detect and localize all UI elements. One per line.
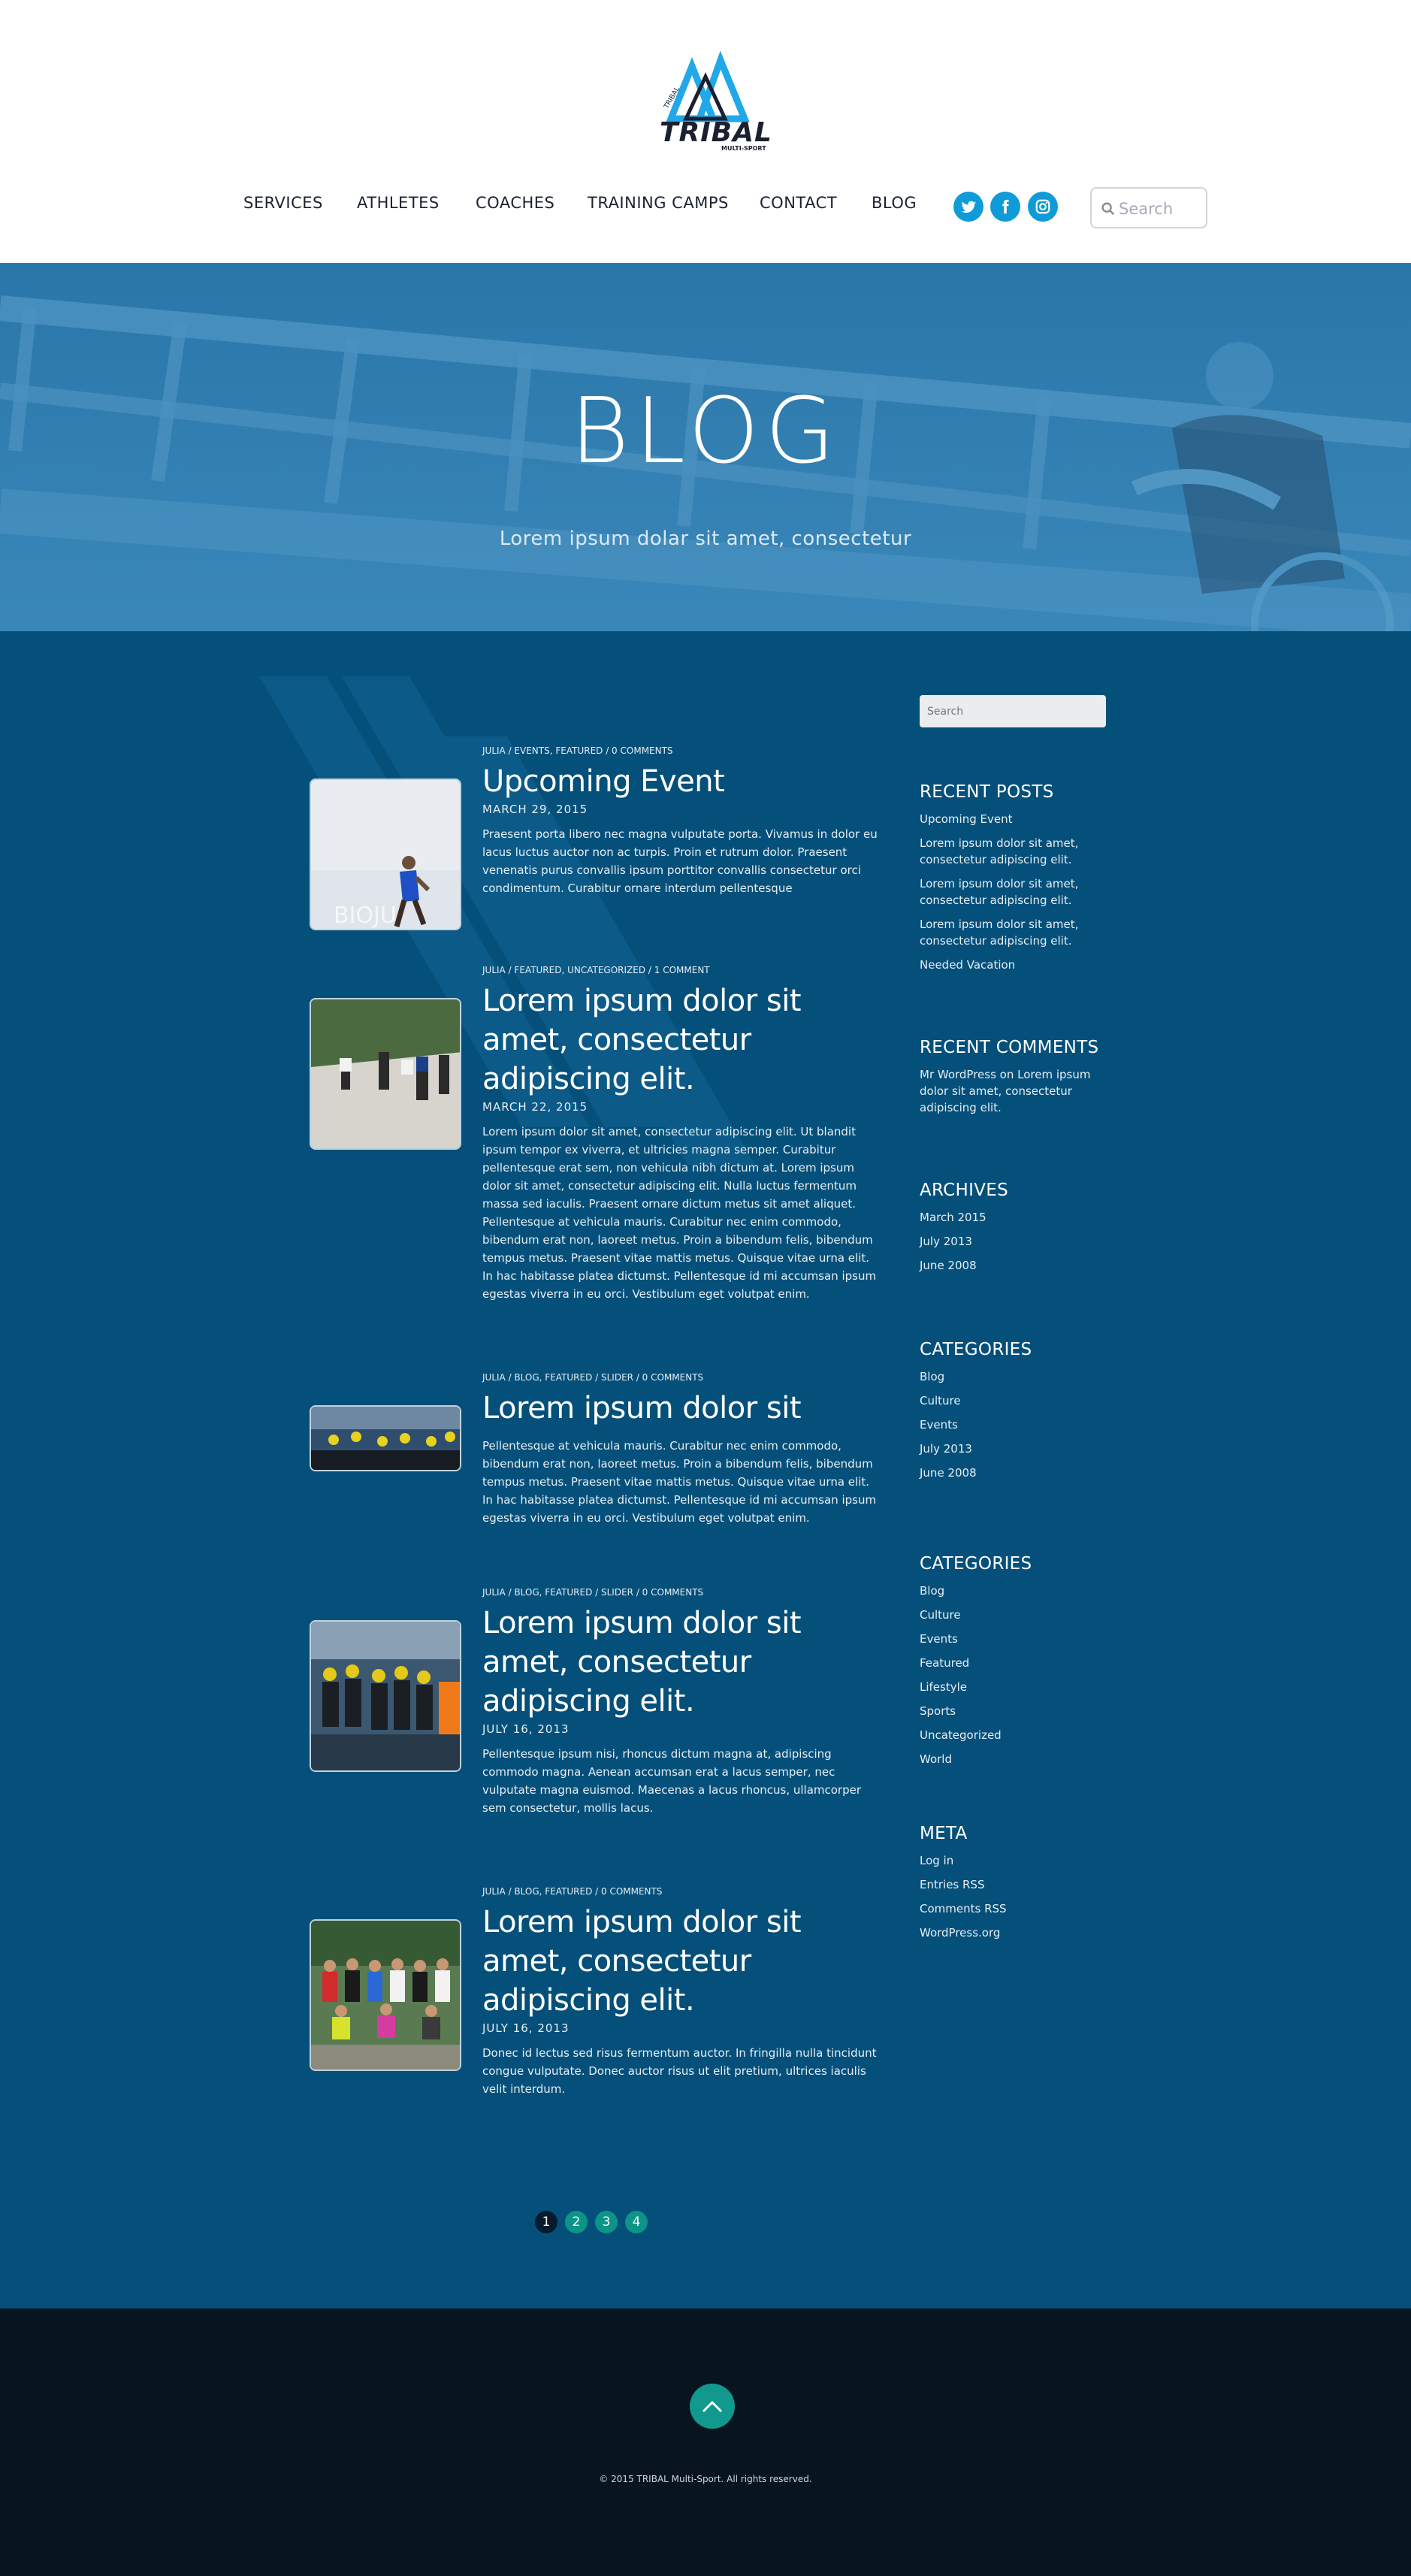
category-link[interactable]: Sports — [920, 1703, 1115, 1719]
widget-title: RECENT COMMENTS — [920, 1038, 1099, 1057]
nav-coaches[interactable]: COACHES — [476, 194, 554, 212]
brand-name: TRIBAL — [660, 117, 772, 148]
post-title[interactable]: Lorem ipsum dolor sit amet, consectetur … — [482, 1903, 881, 2020]
recent-comments-widget: RECENT COMMENTS Mr WordPress on Lorem ip… — [920, 1038, 1115, 1123]
instagram-icon[interactable] — [1028, 192, 1058, 222]
blog-main: BIOJU JULIA / EVENTS, FEATURED / 0 COMME… — [0, 631, 1411, 2308]
post-excerpt: Lorem ipsum dolor sit amet, consectetur … — [482, 1125, 877, 1301]
post-thumbnail[interactable]: BIOJU — [310, 779, 461, 930]
recent-post-link[interactable]: Lorem ipsum dolor sit amet, consectetur … — [920, 835, 1115, 868]
archive-link[interactable]: July 2013 — [920, 1233, 1115, 1250]
post-title[interactable]: Lorem ipsum dolor sit amet, consectetur … — [482, 981, 881, 1099]
svg-text:BIOJU: BIOJU — [334, 903, 397, 929]
category-link[interactable]: Events — [920, 1631, 1115, 1647]
nav-services[interactable]: SERVICES — [243, 194, 323, 212]
post-excerpt: Donec id lectus sed risus fermentum auct… — [482, 2046, 877, 2096]
category-link[interactable]: Blog — [920, 1583, 1115, 1599]
category-link[interactable]: July 2013 — [920, 1441, 1115, 1457]
archives-widget: ARCHIVES March 2015 July 2013 June 2008 — [920, 1181, 1115, 1281]
widget-title: CATEGORIES — [920, 1554, 1032, 1574]
sidebar-search-input[interactable] — [920, 695, 1106, 727]
categories-widget: CATEGORIES Blog Culture Events July 2013… — [920, 1340, 1115, 1489]
meta-link[interactable]: Entries RSS — [920, 1876, 1115, 1893]
meta-link[interactable]: Log in — [920, 1852, 1115, 1869]
recent-post-link[interactable]: Upcoming Event — [920, 811, 1115, 827]
hero-banner: BLOG Lorem ipsum dolar sit amet, consect… — [0, 263, 1411, 631]
archive-link[interactable]: June 2008 — [920, 1257, 1115, 1274]
copyright: © 2015 TRIBAL Multi-Sport. All rights re… — [599, 2474, 812, 2484]
post-thumbnail[interactable] — [310, 1620, 461, 1772]
widget-title: RECENT POSTS — [920, 782, 1054, 802]
category-link[interactable]: Culture — [920, 1392, 1115, 1409]
category-link[interactable]: Uncategorized — [920, 1727, 1115, 1743]
page-1-button[interactable]: 1 — [535, 2211, 557, 2233]
nav-athletes[interactable]: ATHLETES — [357, 194, 440, 212]
recent-post-link[interactable]: Lorem ipsum dolor sit amet, consectetur … — [920, 916, 1115, 949]
chevron-up-icon — [702, 2400, 723, 2413]
categories-widget: CATEGORIES Blog Culture Events Featured … — [920, 1554, 1115, 1775]
meta-link[interactable]: Comments RSS — [920, 1900, 1115, 1917]
recent-post-link[interactable]: Lorem ipsum dolor sit amet, consectetur … — [920, 875, 1115, 909]
page-4-button[interactable]: 4 — [625, 2211, 648, 2233]
nav-blog[interactable]: BLOG — [872, 194, 917, 212]
facebook-icon[interactable] — [990, 192, 1020, 222]
category-link[interactable]: World — [920, 1751, 1115, 1767]
post-title[interactable]: Lorem ipsum dolor sit — [482, 1389, 881, 1428]
post-thumbnail[interactable] — [310, 1919, 461, 2071]
post-meta: JULIA / EVENTS, FEATURED / 0 COMMENTS — [482, 745, 673, 756]
post-thumbnail[interactable] — [310, 1405, 461, 1471]
page-subtitle: Lorem ipsum dolar sit amet, consectetur — [499, 528, 912, 550]
back-to-top-button[interactable] — [690, 2384, 735, 2429]
category-link[interactable]: Featured — [920, 1655, 1115, 1671]
sidebar-search[interactable] — [920, 695, 1106, 727]
nav-training-camps[interactable]: TRAINING CAMPS — [588, 194, 729, 212]
post-meta: JULIA / BLOG, FEATURED / 0 COMMENTS — [482, 1886, 663, 1897]
post-meta: JULIA / FEATURED, UNCATEGORIZED / 1 COMM… — [482, 965, 710, 975]
meta-link[interactable]: WordPress.org — [920, 1924, 1115, 1941]
widget-title: CATEGORIES — [920, 1340, 1032, 1359]
post-date: MARCH 29, 2015 — [482, 803, 588, 816]
post-title[interactable]: Lorem ipsum dolor sit amet, consectetur … — [482, 1604, 881, 1721]
post-date: MARCH 22, 2015 — [482, 1100, 588, 1114]
page-title: BLOG — [570, 379, 841, 484]
post-date: JULY 16, 2013 — [482, 2021, 570, 2035]
post-excerpt: Pellentesque at vehicula mauris. Curabit… — [482, 1439, 877, 1525]
widget-title: ARCHIVES — [920, 1181, 1008, 1200]
site-header: TRIBAL TRIBAL MULTI-SPORT SERVICES ATHLE… — [0, 0, 1411, 263]
category-link[interactable]: Lifestyle — [920, 1679, 1115, 1695]
post-thumbnail[interactable] — [310, 998, 461, 1150]
post-excerpt: Praesent porta libero nec magna vulputat… — [482, 827, 878, 895]
recent-posts-widget: RECENT POSTS Upcoming Event Lorem ipsum … — [920, 782, 1115, 981]
category-link[interactable]: Culture — [920, 1607, 1115, 1623]
search-icon — [1101, 202, 1115, 216]
brand-sub: MULTI-SPORT — [721, 145, 766, 152]
recent-post-link[interactable]: Needed Vacation — [920, 957, 1115, 973]
page-3-button[interactable]: 3 — [595, 2211, 618, 2233]
nav-contact[interactable]: CONTACT — [760, 194, 837, 212]
widget-title: META — [920, 1824, 968, 1843]
category-link[interactable]: June 2008 — [920, 1465, 1115, 1481]
post-date: JULY 16, 2013 — [482, 1722, 570, 1736]
archive-link[interactable]: March 2015 — [920, 1209, 1115, 1226]
meta-widget: META Log in Entries RSS Comments RSS Wor… — [920, 1824, 1115, 1949]
post-meta: JULIA / BLOG, FEATURED / SLIDER / 0 COMM… — [482, 1587, 704, 1598]
header-search-input[interactable] — [1119, 196, 1203, 222]
recent-comment-link[interactable]: Mr WordPress on Lorem ipsum dolor sit am… — [920, 1066, 1115, 1116]
post-excerpt: Pellentesque ipsum nisi, rhoncus dictum … — [482, 1747, 862, 1815]
page-2-button[interactable]: 2 — [565, 2211, 588, 2233]
post-meta: JULIA / BLOG, FEATURED / SLIDER / 0 COMM… — [482, 1372, 704, 1383]
site-footer: © 2015 TRIBAL Multi-Sport. All rights re… — [0, 2308, 1411, 2576]
header-search[interactable] — [1090, 187, 1207, 228]
category-link[interactable]: Blog — [920, 1368, 1115, 1385]
post-title[interactable]: Upcoming Event — [482, 762, 881, 801]
category-link[interactable]: Events — [920, 1416, 1115, 1433]
twitter-icon[interactable] — [953, 192, 983, 222]
